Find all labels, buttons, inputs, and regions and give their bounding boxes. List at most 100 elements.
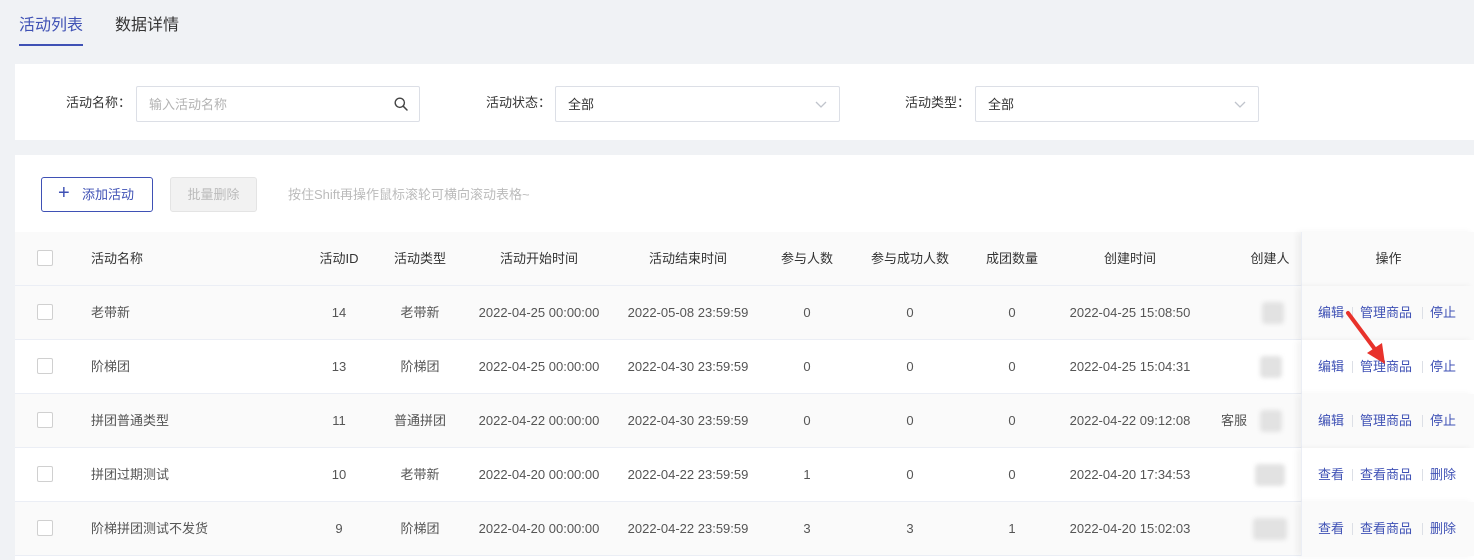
cell-group-count: 0 [1008,305,1016,320]
cell-created-time: 2022-04-25 15:04:31 [1069,359,1191,374]
activity-status-select[interactable]: 全部 [555,86,840,122]
activity-table-panel: + 添加活动 批量删除 按住Shift再操作鼠标滚轮可横向滚动表格~ 活动名称 … [15,155,1474,560]
cell-type: 老带新 [400,305,440,320]
activity-type-select[interactable]: 全部 [975,86,1259,122]
cell-id: 9 [335,521,343,536]
add-activity-button[interactable]: + 添加活动 [41,177,153,212]
row-ops: 查看 查看商品 删除 [1301,502,1474,556]
search-icon[interactable] [393,96,409,112]
cell-name: 阶梯拼团测试不发货 [91,521,209,536]
cell-participants: 3 [803,521,811,536]
edit-link[interactable]: 编辑 [1318,340,1344,394]
op-divider [1352,361,1353,373]
tab-bar: 活动列表 数据详情 [0,0,1474,64]
stop-link[interactable]: 停止 [1430,340,1456,394]
cell-success-participants: 3 [906,521,914,536]
op-divider [1352,469,1353,481]
cell-end-time: 2022-04-30 23:59:59 [627,359,749,374]
cell-start-time: 2022-04-25 00:00:00 [478,305,600,320]
tab-activity-list[interactable]: 活动列表 [19,15,83,37]
table-row: 拼团过期测试 10 老带新 2022-04-20 00:00:00 2022-0… [15,448,1474,502]
batch-delete-button[interactable]: 批量删除 [170,177,257,212]
cell-name: 拼团过期测试 [91,467,170,482]
active-tab-indicator [19,44,83,46]
row-checkbox[interactable] [37,304,53,320]
cell-group-count: 1 [1008,521,1016,536]
cell-type: 老带新 [400,467,440,482]
op-divider [1422,469,1423,481]
header-created-time: 创建时间 [1103,251,1156,266]
cell-id: 11 [332,413,346,428]
cell-success-participants: 0 [906,413,914,428]
row-checkbox[interactable] [37,412,53,428]
cell-created-time: 2022-04-20 15:02:03 [1069,521,1191,536]
activity-name-search [136,86,420,122]
cell-id: 13 [331,359,347,374]
view-link[interactable]: 查看 [1318,448,1344,502]
cell-type: 普通拼团 [393,413,446,428]
cell-id: 10 [331,467,347,482]
activity-name-label: 活动名称： [66,95,132,110]
cell-end-time: 2022-04-22 23:59:59 [627,521,749,536]
activity-type-value: 全部 [988,97,1015,112]
activity-type-label: 活动类型： [905,95,971,110]
row-ops: 编辑 管理商品 停止 [1301,394,1474,448]
table-row: 阶梯团 13 阶梯团 2022-04-25 00:00:00 2022-04-3… [15,340,1474,394]
header-type: 活动类型 [393,251,446,266]
view-products-link[interactable]: 查看商品 [1360,448,1412,502]
cell-participants: 0 [803,359,811,374]
cell-start-time: 2022-04-22 00:00:00 [478,413,600,428]
row-ops: 编辑 管理商品 停止 [1301,286,1474,340]
delete-link[interactable]: 删除 [1430,448,1456,502]
activity-name-input[interactable] [137,87,419,121]
op-divider [1422,415,1423,427]
cell-type: 阶梯团 [400,359,440,374]
manage-products-link[interactable]: 管理商品 [1360,286,1412,340]
cell-end-time: 2022-05-08 23:59:59 [627,305,749,320]
edit-link[interactable]: 编辑 [1318,286,1344,340]
cell-creator: 客服 [1221,413,1248,428]
cell-group-count: 0 [1008,467,1016,482]
op-divider [1352,307,1353,319]
chevron-down-icon [1234,101,1246,108]
stop-link[interactable]: 停止 [1430,394,1456,448]
scroll-hint: 按住Shift再操作鼠标滚轮可横向滚动表格~ [288,187,530,202]
cell-success-participants: 0 [906,359,914,374]
cell-success-participants: 0 [906,467,914,482]
chevron-down-icon [815,101,827,108]
delete-link[interactable]: 删除 [1430,502,1456,556]
creator-avatar-redacted [1260,410,1282,432]
activity-status-value: 全部 [568,97,595,112]
header-ops: 操作 [1375,251,1402,266]
cell-end-time: 2022-04-30 23:59:59 [627,413,749,428]
view-link[interactable]: 查看 [1318,502,1344,556]
creator-avatar-redacted [1255,464,1285,486]
cell-group-count: 0 [1008,413,1016,428]
tab-data-details[interactable]: 数据详情 [115,15,179,37]
cell-created-time: 2022-04-22 09:12:08 [1069,413,1191,428]
cell-created-time: 2022-04-25 15:08:50 [1069,305,1191,320]
creator-avatar-redacted [1260,356,1282,378]
stop-link[interactable]: 停止 [1430,286,1456,340]
creator-avatar-redacted [1262,302,1284,324]
cell-type: 阶梯团 [400,521,440,536]
cell-name: 老带新 [91,305,131,320]
row-checkbox[interactable] [37,466,53,482]
cell-group-count: 0 [1008,359,1016,374]
creator-avatar-redacted [1253,518,1287,540]
edit-link[interactable]: 编辑 [1318,394,1344,448]
cell-participants: 0 [803,305,811,320]
manage-products-link[interactable]: 管理商品 [1360,340,1412,394]
view-products-link[interactable]: 查看商品 [1360,502,1412,556]
cell-name: 阶梯团 [91,359,131,374]
select-all-checkbox[interactable] [37,250,53,266]
header-group-count: 成团数量 [985,251,1038,266]
cell-created-time: 2022-04-20 17:34:53 [1069,467,1191,482]
row-checkbox[interactable] [37,520,53,536]
row-checkbox[interactable] [37,358,53,374]
op-divider [1352,523,1353,535]
cell-id: 14 [331,305,347,320]
manage-products-link[interactable]: 管理商品 [1360,394,1412,448]
header-start-time: 活动开始时间 [499,251,578,266]
row-ops: 编辑 管理商品 停止 [1301,340,1474,394]
